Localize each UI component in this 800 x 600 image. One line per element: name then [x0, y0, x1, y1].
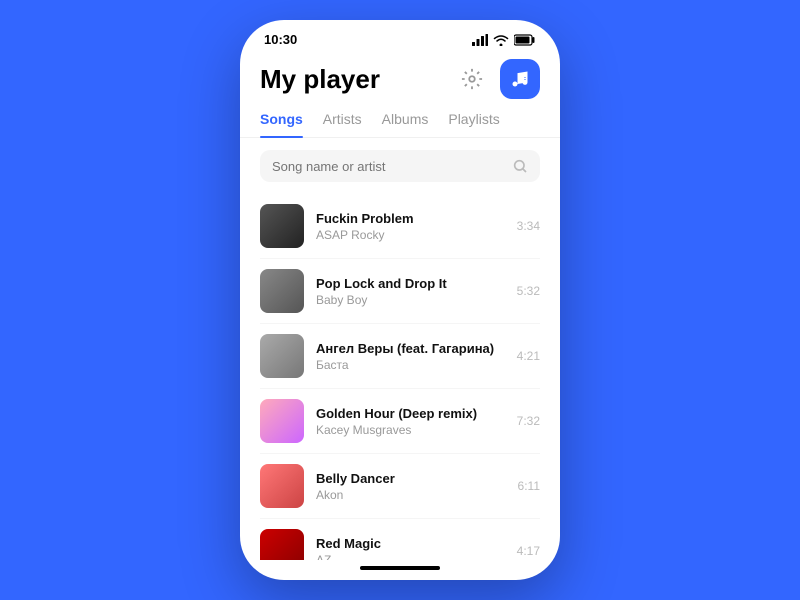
tab-playlists[interactable]: Playlists [448, 111, 499, 137]
song-artist: Baby Boy [316, 293, 505, 307]
song-artist: Баста [316, 358, 505, 372]
song-title: Red Magic [316, 536, 505, 551]
song-thumbnail [260, 204, 304, 248]
wifi-icon [493, 34, 509, 46]
song-info: Belly Dancer Akon [316, 471, 506, 502]
song-item[interactable]: Pop Lock and Drop It Baby Boy 5:32 [260, 259, 540, 324]
song-artist: ASAP Rocky [316, 228, 505, 242]
song-duration: 3:34 [517, 219, 540, 233]
song-artist: Akon [316, 488, 506, 502]
tabs-bar: Songs Artists Albums Playlists [240, 111, 560, 138]
song-info: Pop Lock and Drop It Baby Boy [316, 276, 505, 307]
battery-icon [514, 34, 536, 46]
status-icons [472, 34, 536, 46]
song-duration: 6:11 [518, 479, 540, 493]
song-thumbnail [260, 269, 304, 313]
song-duration: 5:32 [517, 284, 540, 298]
song-artist: AZ [316, 553, 505, 561]
song-info: Fuckin Problem ASAP Rocky [316, 211, 505, 242]
header: My player [240, 55, 560, 111]
phone-frame: 10:30 My player [240, 20, 560, 580]
tab-albums[interactable]: Albums [382, 111, 429, 137]
song-duration: 7:32 [517, 414, 540, 428]
song-title: Pop Lock and Drop It [316, 276, 505, 291]
song-duration: 4:21 [517, 349, 540, 363]
music-add-icon [510, 69, 530, 89]
song-item[interactable]: Ангел Веры (feat. Гагарина) Баста 4:21 [260, 324, 540, 389]
song-artist: Kacey Musgraves [316, 423, 505, 437]
gear-icon [461, 68, 483, 90]
song-thumbnail [260, 334, 304, 378]
add-music-button[interactable] [500, 59, 540, 99]
song-info: Red Magic AZ [316, 536, 505, 561]
home-indicator [360, 566, 440, 570]
song-item[interactable]: Red Magic AZ 4:17 [260, 519, 540, 560]
songs-list: Fuckin Problem ASAP Rocky 3:34 Pop Lock … [240, 194, 560, 560]
song-duration: 4:17 [517, 544, 540, 558]
song-item[interactable]: Fuckin Problem ASAP Rocky 3:34 [260, 194, 540, 259]
search-bar[interactable] [260, 150, 540, 182]
song-title: Belly Dancer [316, 471, 506, 486]
song-item[interactable]: Belly Dancer Akon 6:11 [260, 454, 540, 519]
song-title: Fuckin Problem [316, 211, 505, 226]
song-thumbnail [260, 529, 304, 560]
page-title: My player [260, 64, 380, 95]
song-title: Golden Hour (Deep remix) [316, 406, 505, 421]
song-thumbnail [260, 399, 304, 443]
song-info: Golden Hour (Deep remix) Kacey Musgraves [316, 406, 505, 437]
search-icon [512, 158, 528, 174]
song-thumbnail [260, 464, 304, 508]
song-info: Ангел Веры (feat. Гагарина) Баста [316, 341, 505, 372]
status-bar: 10:30 [240, 20, 560, 55]
header-actions [454, 59, 540, 99]
song-item[interactable]: Golden Hour (Deep remix) Kacey Musgraves… [260, 389, 540, 454]
tab-songs[interactable]: Songs [260, 111, 303, 137]
signal-icon [472, 34, 488, 46]
settings-button[interactable] [454, 61, 490, 97]
time-display: 10:30 [264, 32, 297, 47]
tab-artists[interactable]: Artists [323, 111, 362, 137]
search-input[interactable] [272, 159, 504, 174]
song-title: Ангел Веры (feat. Гагарина) [316, 341, 505, 356]
